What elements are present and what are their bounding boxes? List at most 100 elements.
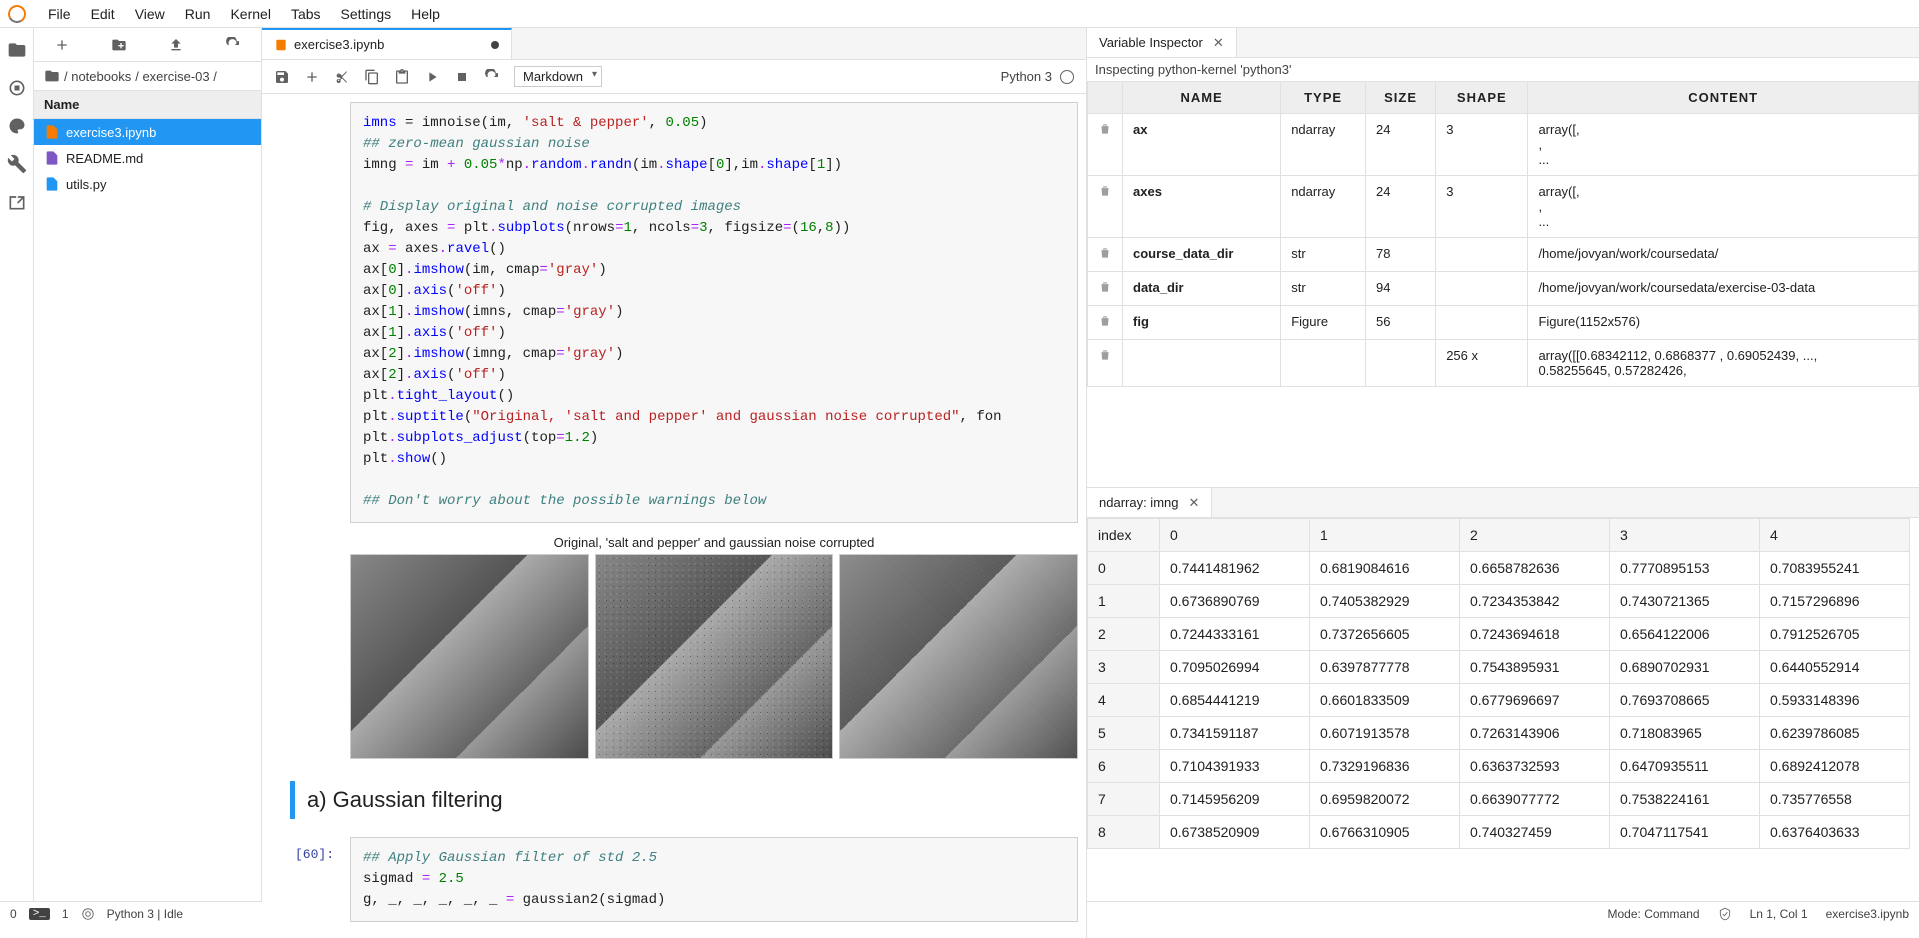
var-header[interactable]: SIZE — [1365, 82, 1435, 114]
terminal-icon[interactable]: >_ — [29, 908, 50, 920]
breadcrumb-part[interactable]: / exercise-03 / — [135, 69, 217, 84]
nd-cell: 0.6470935511 — [1610, 750, 1760, 783]
menu-kernel[interactable]: Kernel — [220, 2, 280, 26]
table-row[interactable]: 10.67368907690.74053829290.72343538420.7… — [1088, 585, 1910, 618]
nd-header[interactable]: 3 — [1610, 519, 1760, 552]
kernel-status-icon[interactable] — [1060, 70, 1074, 84]
table-row[interactable]: 00.74414819620.68190846160.66587826360.7… — [1088, 552, 1910, 585]
kernel-icon[interactable] — [81, 907, 95, 921]
nd-header[interactable]: index — [1088, 519, 1160, 552]
nd-row-index: 4 — [1088, 684, 1160, 717]
menu-view[interactable]: View — [125, 2, 175, 26]
var-header[interactable] — [1088, 82, 1123, 114]
var-header[interactable]: SHAPE — [1436, 82, 1528, 114]
notebook-body[interactable]: imns = imnoise(im, 'salt & pepper', 0.05… — [262, 94, 1086, 938]
save-icon[interactable] — [274, 69, 290, 85]
markdown-cell[interactable]: a) Gaussian filtering — [290, 781, 1078, 819]
running-icon[interactable] — [7, 78, 27, 98]
close-icon[interactable]: ✕ — [1188, 495, 1199, 511]
new-folder-icon[interactable] — [111, 37, 127, 53]
menu-edit[interactable]: Edit — [81, 2, 125, 26]
tabs-icon[interactable] — [7, 192, 27, 212]
paste-icon[interactable] — [394, 69, 410, 85]
status-count[interactable]: 1 — [62, 907, 69, 921]
run-icon[interactable] — [424, 69, 440, 85]
upload-icon[interactable] — [168, 37, 184, 53]
var-content: array([, , ... — [1528, 176, 1919, 238]
table-row[interactable]: 60.71043919330.73291968360.63637325930.6… — [1088, 750, 1910, 783]
folder-icon — [44, 68, 60, 84]
nd-header[interactable]: 4 — [1760, 519, 1910, 552]
table-row[interactable]: 256 xarray([[0.68342112, 0.6868377 , 0.6… — [1088, 340, 1919, 387]
status-filename[interactable]: exercise3.ipynb — [1826, 907, 1909, 921]
var-header[interactable]: CONTENT — [1528, 82, 1919, 114]
menu-run[interactable]: Run — [175, 2, 221, 26]
trash-icon[interactable] — [1098, 122, 1112, 136]
stop-icon[interactable] — [454, 69, 470, 85]
table-row[interactable]: figFigure56Figure(1152x576) — [1088, 306, 1919, 340]
restart-icon[interactable] — [484, 69, 500, 85]
refresh-icon[interactable] — [225, 37, 241, 53]
file-icon — [44, 124, 60, 140]
status-kernel[interactable]: Python 3 | Idle — [107, 907, 184, 921]
table-row[interactable]: 80.67385209090.67663109050.7403274590.70… — [1088, 816, 1910, 849]
table-row[interactable]: 50.73415911870.60719135780.72631439060.7… — [1088, 717, 1910, 750]
breadcrumbs[interactable]: / notebooks / exercise-03 / — [34, 62, 261, 90]
close-icon[interactable]: ✕ — [1213, 35, 1224, 51]
var-name: ax — [1123, 114, 1281, 176]
var-header[interactable]: NAME — [1123, 82, 1281, 114]
ndarray-tab[interactable]: ndarray: imng ✕ — [1087, 488, 1212, 517]
table-row[interactable]: axndarray243array([, , ... — [1088, 114, 1919, 176]
table-row[interactable]: axesndarray243array([, , ... — [1088, 176, 1919, 238]
kernel-name[interactable]: Python 3 — [1001, 69, 1052, 84]
file-item[interactable]: README.md — [34, 145, 261, 171]
nd-cell: 0.6071913578 — [1310, 717, 1460, 750]
var-header[interactable]: TYPE — [1281, 82, 1366, 114]
menu-help[interactable]: Help — [401, 2, 450, 26]
table-row[interactable]: course_data_dirstr78/home/jovyan/work/co… — [1088, 238, 1919, 272]
table-row[interactable]: 40.68544412190.66018335090.67796966970.7… — [1088, 684, 1910, 717]
nd-header[interactable]: 1 — [1310, 519, 1460, 552]
table-row[interactable]: data_dirstr94/home/jovyan/work/coursedat… — [1088, 272, 1919, 306]
code-cell-input[interactable]: ## Apply Gaussian filter of std 2.5 sigm… — [350, 837, 1078, 922]
file-item[interactable]: exercise3.ipynb — [34, 119, 261, 145]
wrench-icon[interactable] — [7, 154, 27, 174]
trash-icon[interactable] — [1098, 348, 1112, 362]
table-row[interactable]: 70.71459562090.69598200720.66390777720.7… — [1088, 783, 1910, 816]
add-cell-icon[interactable] — [304, 69, 320, 85]
table-row[interactable]: 20.72443331610.73726566050.72436946180.6… — [1088, 618, 1910, 651]
menu-settings[interactable]: Settings — [331, 2, 402, 26]
nd-header[interactable]: 2 — [1460, 519, 1610, 552]
nd-cell: 0.7243694618 — [1460, 618, 1610, 651]
menubar: FileEditViewRunKernelTabsSettingsHelp — [0, 0, 1919, 28]
table-row[interactable]: 30.70950269940.63978777780.75438959310.6… — [1088, 651, 1910, 684]
folder-icon[interactable] — [7, 40, 27, 60]
copy-icon[interactable] — [364, 69, 380, 85]
filebrowser-header[interactable]: Name — [34, 90, 261, 119]
markdown-heading: a) Gaussian filtering — [307, 787, 1018, 813]
trash-icon[interactable] — [1098, 314, 1112, 328]
variable-inspector-tab[interactable]: Variable Inspector ✕ — [1087, 28, 1237, 57]
palette-icon[interactable] — [7, 116, 27, 136]
output-area: Original, 'salt and pepper' and gaussian… — [350, 531, 1078, 759]
nd-cell: 0.7693708665 — [1610, 684, 1760, 717]
trash-icon[interactable] — [1098, 184, 1112, 198]
breadcrumb-part[interactable]: / notebooks — [64, 69, 131, 84]
nd-cell: 0.735776558 — [1760, 783, 1910, 816]
menu-tabs[interactable]: Tabs — [281, 2, 331, 26]
cut-icon[interactable] — [334, 69, 350, 85]
trash-icon[interactable] — [1098, 246, 1112, 260]
new-launcher-icon[interactable] — [54, 37, 70, 53]
notebook-tab[interactable]: exercise3.ipynb — [262, 28, 512, 59]
status-count[interactable]: 0 — [10, 907, 17, 921]
file-item[interactable]: utils.py — [34, 171, 261, 197]
nd-cell: 0.6890702931 — [1610, 651, 1760, 684]
status-position[interactable]: Ln 1, Col 1 — [1750, 907, 1808, 921]
code-cell-input[interactable]: imns = imnoise(im, 'salt & pepper', 0.05… — [350, 102, 1078, 523]
shield-icon[interactable] — [1718, 907, 1732, 921]
trash-icon[interactable] — [1098, 280, 1112, 294]
nd-header[interactable]: 0 — [1160, 519, 1310, 552]
cell-type-select[interactable]: Markdown — [514, 66, 602, 87]
menu-file[interactable]: File — [38, 2, 81, 26]
nd-cell: 0.7263143906 — [1460, 717, 1610, 750]
